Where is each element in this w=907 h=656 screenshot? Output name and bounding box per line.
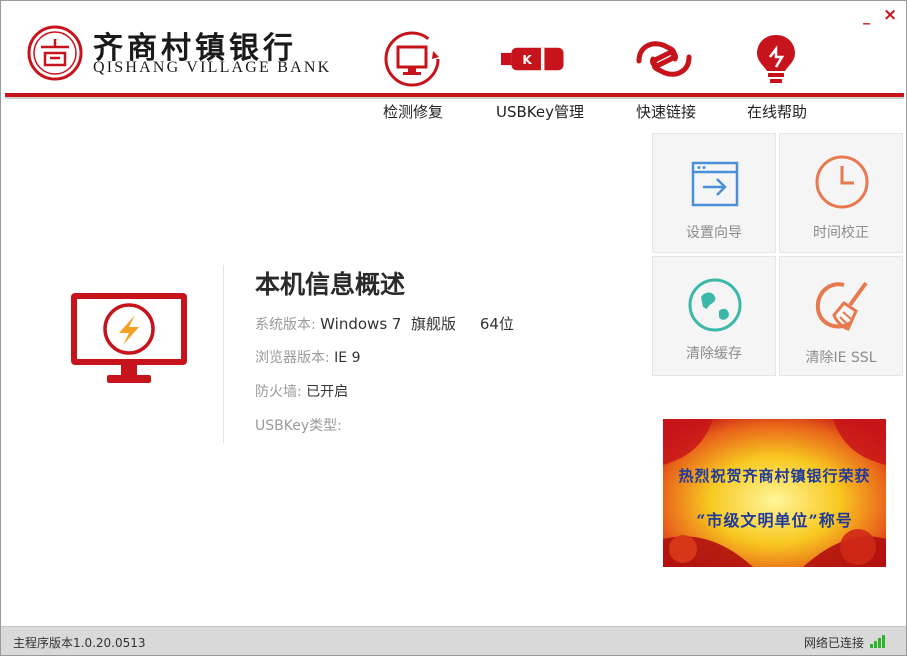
usbkey-icon[interactable]: K — [501, 31, 567, 87]
promo-banner[interactable]: 热烈祝贺齐商村镇银行荣获 “市级文明单位”称号 — [663, 419, 886, 567]
banner-background-icon — [663, 419, 886, 567]
tile-setup-wizard[interactable]: 设置向导 — [652, 133, 776, 253]
svg-text:K: K — [522, 53, 532, 67]
header-shadow — [5, 97, 904, 99]
nav-quick-links[interactable]: 快速链接 — [606, 101, 726, 122]
info-os-key: 系统版本: — [255, 317, 316, 333]
monitor-refresh-icon[interactable] — [379, 31, 445, 87]
close-button[interactable]: × — [883, 5, 897, 25]
clock-icon — [815, 155, 869, 209]
tile-setup-wizard-label: 设置向导 — [686, 225, 742, 241]
info-firewall-row: 防火墙: 已开启 — [255, 381, 348, 401]
setup-wizard-icon — [691, 161, 739, 207]
program-version: 主程序版本1.0.20.0513 — [13, 636, 146, 650]
network-status: 网络已连接 — [803, 636, 864, 650]
tile-time-correct[interactable]: 时间校正 — [779, 133, 903, 253]
globe-icon — [688, 278, 742, 332]
info-usbkey-key: USBKey类型: — [255, 418, 342, 434]
banner-line-2: “市级文明单位”称号 — [696, 511, 853, 530]
signal-strength-icon — [870, 635, 885, 648]
tile-clear-ie-ssl[interactable]: 清除IE SSL — [779, 256, 903, 376]
app-window: 商 齐商村镇银行 QISHANG VILLAGE BANK _ × K — [0, 0, 907, 656]
broom-icon — [815, 281, 868, 331]
info-os-row: 系统版本: Windows 7 旗舰版 64位 — [255, 313, 514, 334]
link-icon[interactable] — [631, 31, 697, 87]
minimize-button[interactable]: _ — [863, 9, 870, 25]
tile-clear-cache-label: 清除缓存 — [686, 346, 742, 362]
computer-illustration-icon — [71, 293, 187, 383]
bank-logo-icon: 商 — [27, 25, 83, 81]
bank-name-en: QISHANG VILLAGE BANK — [93, 59, 332, 76]
nav-detect-repair[interactable]: 检测修复 — [353, 101, 473, 122]
tile-clear-ie-ssl-label: 清除IE SSL — [805, 350, 877, 366]
info-browser-key: 浏览器版本: — [255, 350, 330, 366]
info-divider — [223, 265, 224, 443]
info-browser-row: 浏览器版本: IE 9 — [255, 347, 361, 367]
banner-line-1: 热烈祝贺齐商村镇银行荣获 — [678, 467, 871, 485]
info-os-value: Windows 7 旗舰版 64位 — [320, 315, 514, 333]
info-usbkey-row: USBKey类型: — [255, 415, 342, 435]
nav-online-help[interactable]: 在线帮助 — [717, 101, 837, 122]
lightbulb-icon[interactable] — [743, 31, 809, 87]
header: 商 齐商村镇银行 QISHANG VILLAGE BANK _ × K — [1, 1, 906, 121]
status-bar: 主程序版本1.0.20.0513 网络已连接 — [1, 626, 906, 655]
info-browser-value: IE 9 — [334, 350, 361, 366]
tile-time-correct-label: 时间校正 — [813, 225, 869, 241]
info-firewall-key: 防火墙: — [255, 384, 302, 400]
nav-usbkey-manage[interactable]: USBKey管理 — [480, 101, 600, 122]
info-firewall-value: 已开启 — [306, 384, 349, 400]
tile-clear-cache[interactable]: 清除缓存 — [652, 256, 776, 376]
info-title: 本机信息概述 — [255, 270, 406, 299]
